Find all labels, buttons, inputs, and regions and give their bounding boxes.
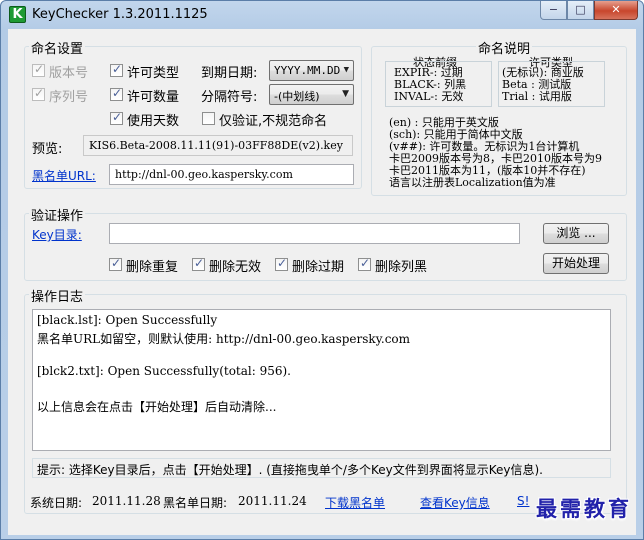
separator-label: 分隔符号: bbox=[201, 90, 258, 105]
license-count-checkbox[interactable] bbox=[110, 86, 123, 101]
start-process-button[interactable]: 开始处理 bbox=[543, 253, 609, 274]
key-directory-link[interactable]: Key目录: bbox=[32, 226, 82, 243]
license-type-label: 许可类型 bbox=[127, 66, 180, 81]
client-area: 命名设置 版本号 序列号 许可类型 许可数量 使用天数 到期日期: YYYY.M… bbox=[8, 29, 636, 535]
log-line: [blck2.txt]: Open Successfully(total: 95… bbox=[37, 364, 291, 378]
expiry-format-select[interactable]: YYYY.MM.DD ▼ bbox=[269, 60, 354, 81]
hint-bar: 提示: 选择Key目录后，点击【开始处理】. (直接拖曳单个/多个Key文件到界… bbox=[32, 458, 611, 478]
maximize-button[interactable]: □ bbox=[567, 1, 594, 20]
log-line: 黑名单URL如留空，则默认使用: http://dnl-00.geo.kaspe… bbox=[37, 332, 411, 346]
system-date-value: 2011.11.28 bbox=[92, 494, 161, 508]
app-window: K KeyChecker 1.3.2011.1125 − □ ✕ 命名设置 版本… bbox=[0, 0, 644, 540]
log-group-title: 操作日志 bbox=[29, 286, 86, 305]
verify-group-title: 验证操作 bbox=[29, 205, 86, 224]
verify-only-label: 仅验证,不规范命名 bbox=[219, 114, 328, 129]
system-date-label: 系统日期: bbox=[30, 496, 83, 510]
verify-only-checkbox[interactable] bbox=[202, 112, 215, 125]
expiry-label: 到期日期: bbox=[201, 66, 258, 81]
title-bar[interactable]: K KeyChecker 1.3.2011.1125 − □ ✕ bbox=[1, 1, 643, 29]
log-line: 以上信息会在点击【开始处理】后自动清除... bbox=[37, 400, 277, 414]
remove-duplicate-checkbox[interactable] bbox=[109, 256, 122, 271]
blacklist-date-label: 黑名单日期: bbox=[163, 496, 228, 510]
preview-label: 预览: bbox=[32, 142, 63, 157]
minimize-button[interactable]: − bbox=[540, 1, 567, 20]
remove-invalid-checkbox[interactable] bbox=[192, 256, 205, 271]
serial-label: 序列号 bbox=[49, 90, 89, 105]
remove-blacklisted-checkbox[interactable] bbox=[358, 256, 371, 271]
app-icon: K bbox=[9, 6, 26, 23]
remove-invalid-label: 删除无效 bbox=[209, 260, 262, 275]
separator-select[interactable]: -(中划线) ▼ bbox=[269, 84, 354, 105]
status-prefix-list: EXPIR-: 过期 BLACK-: 列黑 INVAL-: 无效 bbox=[394, 67, 466, 103]
separator-value: -(中划线) bbox=[274, 90, 320, 103]
close-button[interactable]: ✕ bbox=[594, 1, 638, 20]
download-blacklist-link[interactable]: 下载黑名单 bbox=[325, 494, 385, 511]
remove-duplicate-label: 删除重复 bbox=[126, 260, 179, 275]
expiry-format-value: YYYY.MM.DD bbox=[274, 64, 341, 77]
license-type-list: (无标识): 商业版 Beta : 测试版 Trial : 试用版 bbox=[502, 67, 584, 103]
naming-help-title: 命名说明 bbox=[476, 38, 533, 57]
naming-notes: (en) : 只能用于英文版 (sch): 只能用于简体中文版 (v##): 许… bbox=[389, 117, 602, 189]
blacklist-url-link[interactable]: 黑名单URL: bbox=[32, 167, 96, 184]
remove-expired-checkbox[interactable] bbox=[275, 256, 288, 271]
remove-blacklisted-label: 删除列黑 bbox=[375, 260, 428, 275]
use-days-checkbox[interactable] bbox=[110, 110, 123, 125]
remove-expired-label: 删除过期 bbox=[292, 260, 345, 275]
browse-button[interactable]: 浏览 ... bbox=[543, 223, 609, 244]
log-textarea[interactable]: [black.lst]: Open Successfully 黑名单URL如留空… bbox=[32, 309, 611, 451]
naming-note: 语言以注册表Localization值为准 bbox=[389, 176, 556, 189]
blacklist-url-input[interactable]: http://dnl-00.geo.kaspersky.com bbox=[109, 164, 354, 185]
status-prefix-item: INVAL-: 无效 bbox=[394, 90, 464, 103]
chevron-down-icon: ▼ bbox=[342, 89, 349, 99]
watermark-text: 最需教育 bbox=[536, 496, 632, 521]
chevron-down-icon: ▼ bbox=[343, 65, 349, 75]
naming-settings-title: 命名设置 bbox=[29, 38, 86, 57]
license-count-label: 许可数量 bbox=[127, 90, 180, 105]
license-type-checkbox[interactable] bbox=[110, 62, 123, 77]
view-key-info-link[interactable]: 查看Key信息 bbox=[420, 494, 490, 511]
footer-link-partial[interactable]: S! bbox=[517, 494, 529, 508]
preview-field: KIS6.Beta-2008.11.11(91)-03FF88DE(v2).ke… bbox=[83, 135, 353, 156]
version-label: 版本号 bbox=[49, 66, 89, 81]
version-checkbox[interactable] bbox=[32, 62, 45, 77]
window-title: KeyChecker 1.3.2011.1125 bbox=[32, 7, 208, 22]
blacklist-date-value: 2011.11.24 bbox=[238, 494, 307, 508]
serial-checkbox[interactable] bbox=[32, 86, 45, 101]
license-type-item: Trial : 试用版 bbox=[502, 90, 572, 103]
key-directory-input[interactable] bbox=[109, 223, 520, 244]
use-days-label: 使用天数 bbox=[127, 114, 180, 129]
log-line: [black.lst]: Open Successfully bbox=[37, 313, 218, 327]
